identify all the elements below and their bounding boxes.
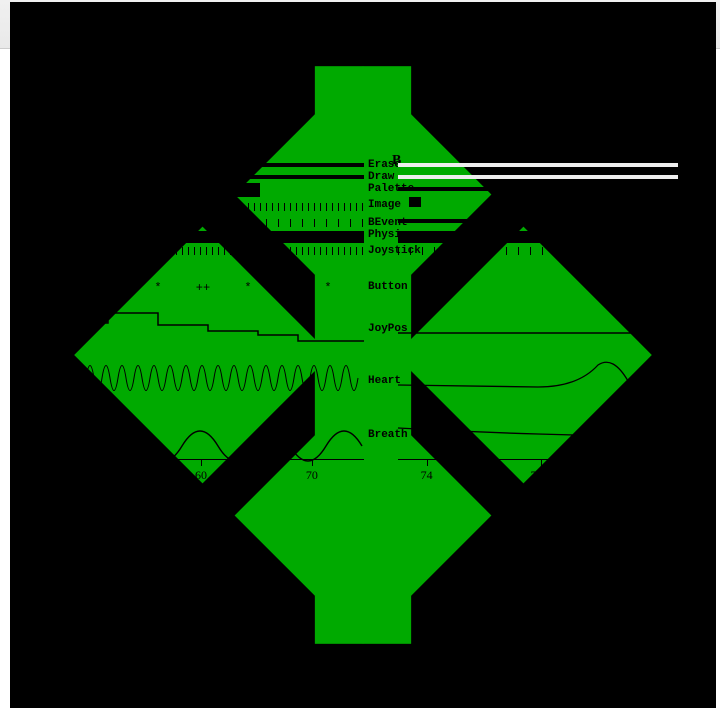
slide-header: Real-Time Multi-processing: [0, 0, 720, 49]
xtick-label: 75: [649, 468, 661, 483]
track-draw-a: [38, 175, 364, 179]
heart-trace-b: [398, 353, 684, 403]
track-bevent-b: [398, 219, 684, 223]
joypos-trace-b: [398, 303, 684, 353]
panel-b: B *: [388, 153, 688, 493]
button-mark: *: [324, 281, 331, 295]
button-mark: *: [54, 281, 61, 295]
track-bevent-a: [38, 219, 364, 227]
button-mark: *: [154, 281, 161, 295]
button-mark: +: [284, 281, 291, 295]
xtick-label: 70: [306, 468, 318, 483]
xtick-label: 74: [421, 468, 433, 483]
track-joystick-a: [38, 247, 364, 255]
panel-a: A * - * ++ * + *: [28, 153, 368, 493]
breath-trace-b: [398, 408, 684, 458]
track-physio-a: [38, 231, 364, 243]
track-draw-b: [398, 175, 684, 179]
axis-b: 74 74.5 75 Time (secs): [398, 459, 684, 460]
track-erase-a: [38, 163, 364, 167]
button-mark: ++: [196, 281, 210, 295]
breath-trace-a: [38, 408, 364, 458]
track-image-a: [38, 203, 364, 211]
button-mark: *: [584, 281, 591, 295]
track-erase-b: [398, 163, 684, 167]
axis-title-b: Time (secs): [510, 480, 572, 496]
track-palette-a: [38, 183, 364, 197]
track-palette-b: [398, 187, 684, 191]
logo-icon: [8, 2, 52, 46]
track-physio-b: [398, 231, 684, 243]
axis-a: 50 60 70 Time (secs): [38, 459, 364, 460]
button-mark: *: [244, 281, 251, 295]
timing-figure: Erase Draw Palette Image BEvent Physio J…: [28, 153, 692, 493]
button-mark: -: [104, 281, 111, 295]
track-image-b: [398, 197, 684, 207]
axis-title-a: Time (secs): [170, 480, 232, 496]
heart-trace-a: [38, 353, 364, 403]
track-joystick-b: [398, 247, 684, 255]
joypos-trace-a: [38, 303, 364, 353]
xtick-label: 50: [84, 468, 96, 483]
